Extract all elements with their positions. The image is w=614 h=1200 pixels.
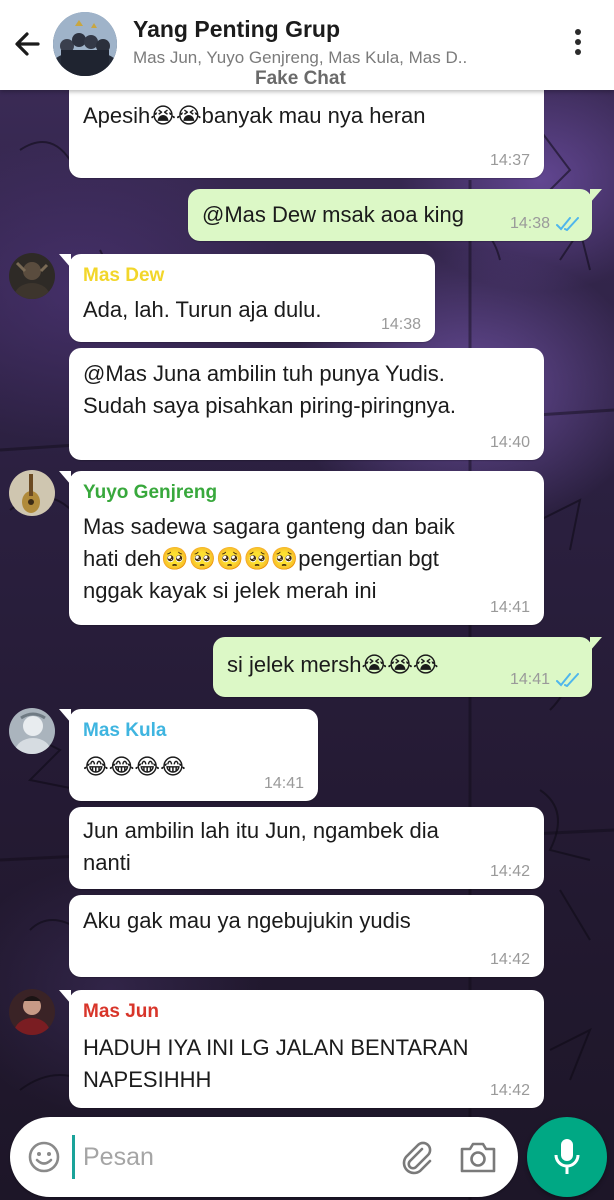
back-button[interactable] <box>8 24 48 64</box>
message-text: Ada, lah. Turun aja dulu. <box>83 297 322 322</box>
sender-avatar-mas-dew[interactable] <box>9 253 55 299</box>
message-text-line: HADUH IYA INI LG JALAN BENTARAN <box>83 1035 469 1060</box>
message-bubble[interactable]: Jun ambilin lah itu Jun, ngambek dia nan… <box>69 807 544 889</box>
message-text-line: nggak kayak si jelek merah ini <box>83 578 377 603</box>
message-bubble[interactable]: Mas Jun HADUH IYA INI LG JALAN BENTARAN … <box>59 990 544 1108</box>
message-text: Aku gak mau ya ngebujukin yudis <box>83 908 411 933</box>
sender-name[interactable]: Yuyo Genjreng <box>83 481 530 505</box>
message-text-line: Mas sadewa sagara ganteng dan baik <box>83 514 455 539</box>
message-bubble-outgoing[interactable]: si jelek mersh😭😭😭 14:41 <box>213 637 602 697</box>
arrow-left-icon <box>15 32 40 56</box>
double-check-icon <box>556 673 579 687</box>
message-time: 14:38 <box>509 215 550 232</box>
message-text-line: nanti <box>83 850 131 875</box>
message-composer <box>10 1117 518 1197</box>
kebab-menu-button[interactable] <box>566 26 590 62</box>
group-title[interactable]: Yang Penting Grup <box>133 16 340 43</box>
sender-avatar-yuyo-genjreng[interactable] <box>9 470 55 516</box>
sender-name[interactable]: Mas Kula <box>83 719 304 743</box>
kebab-menu-icon <box>575 29 581 35</box>
smiley-icon <box>28 1141 60 1173</box>
message-bubble[interactable]: @Mas Juna ambilin tuh punya Yudis. Sudah… <box>69 348 544 460</box>
message-text-line: hati deh🥺🥺🥺🥺🥺pengertian bgt <box>83 546 439 571</box>
message-time: 14:42 <box>489 951 530 968</box>
message-input[interactable] <box>72 1135 372 1179</box>
sender-avatar-mas-jun[interactable] <box>9 989 55 1035</box>
message-bubble[interactable]: Yuyo Genjreng Mas sadewa sagara ganteng … <box>59 471 544 625</box>
camera-button[interactable] <box>458 1139 498 1175</box>
message-bubble[interactable]: Apesih😭😭banyak mau nya heran 14:37 <box>69 78 544 178</box>
sender-name[interactable]: Mas Dew <box>83 264 421 288</box>
message-text: Apesih😭😭banyak mau nya heran <box>83 103 426 128</box>
message-bubble[interactable]: Aku gak mau ya ngebujukin yudis 14:42 <box>69 895 544 977</box>
double-check-icon <box>556 217 579 231</box>
emoji-button[interactable] <box>26 1139 62 1175</box>
camera-icon <box>460 1142 496 1173</box>
message-bubble[interactable]: Mas Kula 😂😂😂😂 14:41 <box>59 709 318 801</box>
sender-name[interactable]: Mas Jun <box>83 1000 530 1024</box>
fake-chat-watermark: Fake Chat <box>255 68 346 89</box>
message-time: 14:41 <box>489 599 530 616</box>
chat-header: Yang Penting Grup Mas Jun, Yuyo Genjreng… <box>0 0 614 90</box>
sender-avatar-mas-kula[interactable] <box>9 708 55 754</box>
microphone-icon <box>554 1139 580 1174</box>
message-time: 14:41 <box>509 671 550 688</box>
message-text-line: @Mas Juna ambilin tuh punya Yudis. <box>83 361 445 386</box>
message-time: 14:40 <box>489 434 530 451</box>
message-time: 14:38 <box>380 316 421 333</box>
message-time: 14:42 <box>489 1082 530 1099</box>
paperclip-icon <box>402 1141 432 1175</box>
message-text-line: Jun ambilin lah itu Jun, ngambek dia <box>83 818 439 843</box>
attach-button[interactable] <box>398 1139 434 1175</box>
message-time: 14:37 <box>489 152 530 169</box>
group-members[interactable]: Mas Jun, Yuyo Genjreng, Mas Kula, Mas D.… <box>133 48 533 68</box>
message-bubble[interactable]: Mas Dew Ada, lah. Turun aja dulu. 14:38 <box>59 254 435 342</box>
group-avatar[interactable] <box>53 12 117 76</box>
message-text-line: NAPESIHHH <box>83 1067 212 1092</box>
message-text-line: Sudah saya pisahkan piring-piringnya. <box>83 393 457 418</box>
message-time: 14:42 <box>489 863 530 880</box>
voice-record-button[interactable] <box>527 1117 607 1197</box>
message-time: 14:41 <box>263 775 304 792</box>
message-bubble-outgoing[interactable]: @Mas Dew msak aoa king 14:38 <box>188 189 602 241</box>
